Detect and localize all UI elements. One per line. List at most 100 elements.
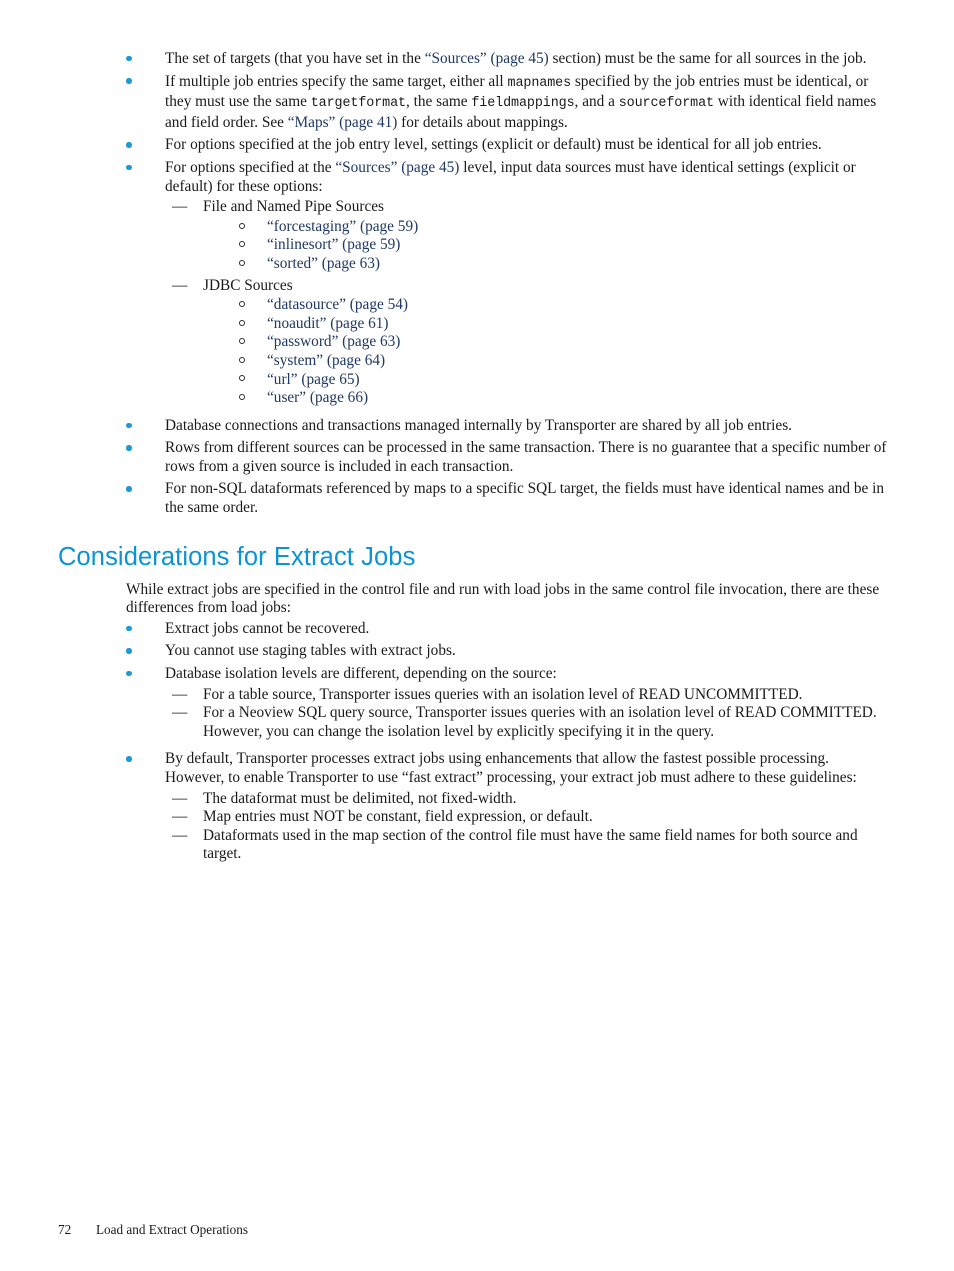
bullet-marker-icon [126,642,136,661]
cross-reference-link[interactable]: “user” (page 66) [267,389,368,406]
list-item: “forcestaging” (page 59) [236,218,892,237]
list-item: For non-SQL dataformats referenced by ma… [0,480,954,517]
dash-marker-icon: — [172,789,188,807]
circle-marker-icon [239,296,245,315]
source-options-list: “forcestaging” (page 59) “inlinesort” (p… [203,218,892,274]
list-item: “inlinesort” (page 59) [236,236,892,255]
dash-marker-icon: — [172,685,188,703]
isolation-level-sublist: — For a table source, Transporter issues… [165,686,892,742]
section-heading-block: Considerations for Extract Jobs [0,542,954,572]
list-item-text: Rows from different sources can be proce… [165,439,887,475]
list-item: — JDBC Sources “datasource” (page 54) “n… [170,277,892,408]
footer-chapter-title: Load and Extract Operations [96,1222,248,1237]
bullet-marker-icon [126,50,136,69]
list-item: — File and Named Pipe Sources “forcestag… [170,198,892,273]
list-item: For options specified at the “Sources” (… [0,159,954,408]
source-groups-list: — File and Named Pipe Sources “forcestag… [165,198,892,408]
list-item: You cannot use staging tables with extra… [0,642,954,661]
code-span: sourceformat [618,96,714,112]
list-item: Rows from different sources can be proce… [0,439,954,476]
text-run: For options specified at the [165,158,336,176]
list-item-text: For options specified at the job entry l… [165,136,822,154]
dash-marker-icon: — [172,704,188,722]
list-item: — The dataformat must be delimited, not … [170,790,892,809]
footer-page-number: 72 [58,1222,72,1237]
bullet-marker-icon [126,620,136,639]
list-item-text: The set of targets (that you have set in… [165,50,867,67]
list-item: “sorted” (page 63) [236,255,892,274]
list-item-text: By default, Transporter processes extrac… [165,750,857,786]
list-item: “url” (page 65) [236,371,892,390]
list-item-text: The dataformat must be delimited, not fi… [203,789,517,807]
list-item: If multiple job entries specify the same… [0,73,954,133]
text-run: , and a [574,93,619,111]
circle-marker-icon [239,255,245,274]
cross-reference-link[interactable]: “forcestaging” (page 59) [267,218,418,235]
list-item-text: For options specified at the “Sources” (… [165,159,856,195]
list-item: “datasource” (page 54) [236,296,892,315]
cross-reference-link[interactable]: “system” (page 64) [267,352,385,369]
cross-reference-link[interactable]: “sorted” (page 63) [267,255,380,272]
list-item: — Dataformats used in the map section of… [170,827,892,864]
bullet-marker-icon [126,159,136,178]
cross-reference-link[interactable]: “inlinesort” (page 59) [267,236,400,253]
list-item: — For a table source, Transporter issues… [170,686,892,705]
circle-marker-icon [239,218,245,237]
list-item-text: Dataformats used in the map section of t… [203,826,858,863]
list-item: “user” (page 66) [236,389,892,408]
circle-marker-icon [239,352,245,371]
list-item: “noaudit” (page 61) [236,315,892,334]
dash-marker-icon: — [172,826,188,844]
text-run: The set of targets (that you have set in… [165,50,425,67]
document-page: The set of targets (that you have set in… [0,0,954,1271]
circle-marker-icon [239,333,245,352]
text-run: section) must be the same for all source… [548,50,867,67]
fast-extract-guidelines-sublist: — The dataformat must be delimited, not … [165,790,892,864]
cross-reference-link[interactable]: “datasource” (page 54) [267,296,408,313]
text-run: , the same [405,93,472,111]
page-content: The set of targets (that you have set in… [0,50,954,868]
list-item: Database connections and transactions ma… [0,417,954,436]
bullet-marker-icon [126,665,136,684]
extract-considerations-list: Extract jobs cannot be recovered. You ca… [0,620,954,864]
list-item-text: Database isolation levels are different,… [165,665,557,683]
list-item: “system” (page 64) [236,352,892,371]
source-options-list: “datasource” (page 54) “noaudit” (page 6… [203,296,892,408]
list-item-text: Extract jobs cannot be recovered. [165,619,370,637]
list-item: For options specified at the job entry l… [0,136,954,155]
source-group-label: File and Named Pipe Sources [203,198,384,216]
cross-reference-link[interactable]: “noaudit” (page 61) [267,315,388,332]
list-item: — For a Neoview SQL query source, Transp… [170,704,892,741]
source-group-label: JDBC Sources [203,276,293,294]
bullet-marker-icon [126,136,136,155]
list-item: Extract jobs cannot be recovered. [0,620,954,639]
bullet-marker-icon [126,73,136,92]
section-intro-paragraph: While extract jobs are specified in the … [126,580,880,617]
page-title: Considerations for Extract Jobs [58,542,416,571]
circle-marker-icon [239,371,245,390]
page-footer: 72 Load and Extract Operations [58,1222,248,1238]
list-item-text: You cannot use staging tables with extra… [165,642,456,660]
list-item-text: Database connections and transactions ma… [165,416,792,434]
list-item-text: If multiple job entries specify the same… [165,73,876,131]
considerations-load-list: The set of targets (that you have set in… [0,50,954,518]
list-item: “password” (page 63) [236,333,892,352]
cross-reference-link[interactable]: “Sources” (page 45) [335,159,459,176]
list-item-text: Map entries must NOT be constant, field … [203,808,593,826]
bullet-marker-icon [126,439,136,458]
bullet-marker-icon [126,750,136,769]
dash-marker-icon: — [172,808,188,826]
list-item-text: For a Neoview SQL query source, Transpor… [203,704,877,740]
cross-reference-link[interactable]: “password” (page 63) [267,333,400,350]
circle-marker-icon [239,389,245,408]
cross-reference-link[interactable]: “url” (page 65) [267,371,360,388]
dash-marker-icon: — [172,198,188,216]
code-span: mapnames [507,75,572,91]
cross-reference-link[interactable]: “Maps” (page 41) [288,114,398,131]
text-run: for details about mappings. [397,113,568,131]
text-run: If multiple job entries specify the same… [165,72,508,90]
bullet-marker-icon [126,480,136,499]
cross-reference-link[interactable]: “Sources” (page 45) [425,50,549,67]
list-item-text: For non-SQL dataformats referenced by ma… [165,480,885,517]
code-span: targetformat [310,96,406,112]
